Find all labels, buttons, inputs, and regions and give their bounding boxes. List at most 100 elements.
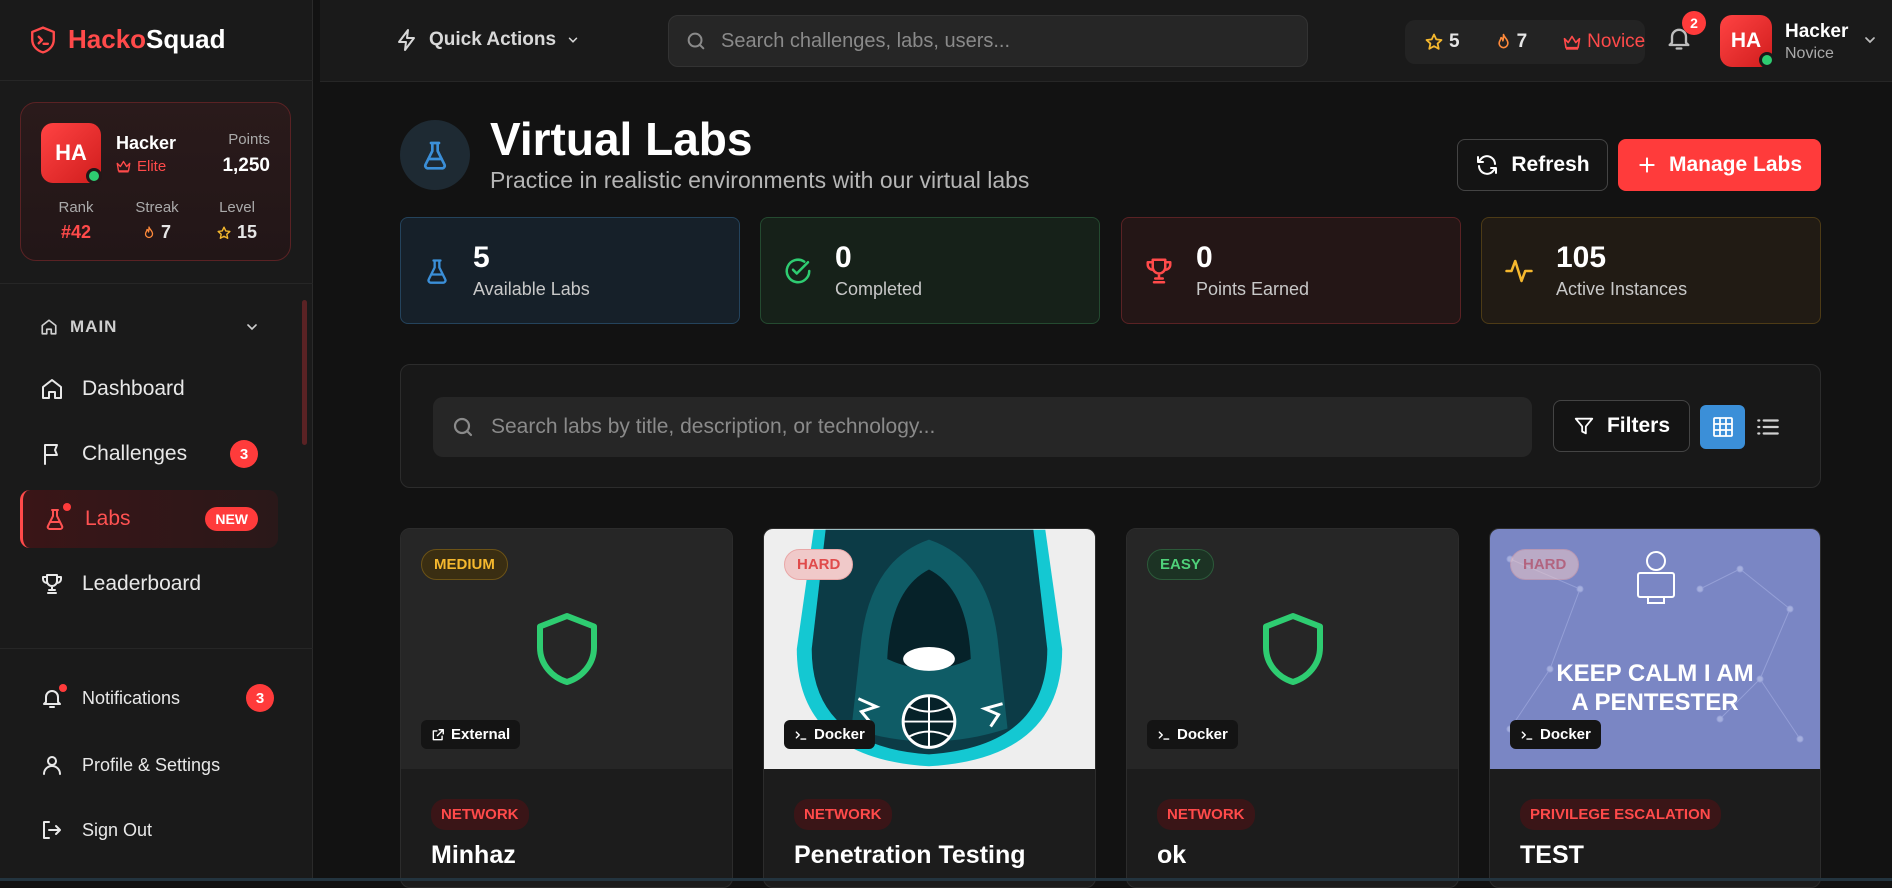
nav-item-notifications[interactable]: Notifications 3 — [20, 673, 290, 723]
nav-item-leaderboard[interactable]: Leaderboard — [20, 555, 278, 613]
bell-icon-wrap — [40, 684, 67, 710]
nav-item-label: Notifications — [82, 687, 181, 708]
user-menu-toggle[interactable] — [1862, 32, 1878, 53]
filters-label: Filters — [1606, 414, 1671, 437]
stat-label: Available Labs — [473, 279, 590, 299]
grid-view-toggle[interactable] — [1700, 405, 1745, 449]
lab-card[interactable]: MEDIUM External NETWORK Minhaz — [400, 528, 733, 888]
points-label: Points — [228, 131, 270, 148]
chevron-down-icon — [1865, 37, 1875, 44]
nav-item-label: Sign Out — [82, 819, 153, 840]
flask-icon-wrap — [43, 503, 71, 531]
stat-value: 7 — [160, 222, 171, 242]
nav-item-label: Profile & Settings — [82, 754, 221, 775]
lab-card[interactable]: KEEP CALM I AM A PENTESTER HARD Docker P… — [1489, 528, 1821, 888]
profile-rank-title: Elite — [116, 158, 166, 175]
nav-item-challenges[interactable]: Challenges 3 — [20, 425, 278, 483]
refresh-icon — [1477, 155, 1498, 175]
page-subtitle: Practice in realistic environments with … — [490, 167, 1030, 193]
stat-value: 5 — [473, 241, 490, 274]
filter-panel: Filters — [400, 364, 1821, 488]
stat-text: 0 Points Earned — [1196, 241, 1309, 300]
lab-title: ok — [1157, 841, 1187, 869]
divider — [0, 80, 313, 81]
lab-search[interactable] — [433, 397, 1532, 457]
lab-type-label: Docker — [1177, 726, 1228, 743]
stat-card-completed: 0 Completed — [760, 217, 1100, 324]
notification-dot — [59, 684, 67, 692]
stars-stat: 5 — [1425, 31, 1460, 53]
terminal-icon — [795, 730, 807, 740]
lab-type-label: External — [451, 726, 511, 743]
lab-card[interactable]: HARD Docker NETWORK Penetration Testing — [763, 528, 1096, 888]
filter-icon — [1574, 417, 1594, 435]
nav-item-labs[interactable]: Labs NEW — [20, 490, 278, 548]
new-indicator-dot — [63, 503, 71, 511]
lab-title: Minhaz — [431, 841, 516, 869]
quick-actions-dropdown[interactable]: Quick Actions — [395, 28, 580, 52]
stat-value: 105 — [1556, 241, 1607, 274]
stat-card-points: 0 Points Earned — [1121, 217, 1461, 324]
refresh-button[interactable]: Refresh — [1457, 139, 1608, 191]
stat-value: #42 — [60, 222, 92, 242]
global-search-input[interactable] — [721, 29, 1281, 53]
stat-value: 15 — [236, 222, 258, 242]
list-view-toggle[interactable] — [1745, 405, 1790, 449]
difficulty-badge: MEDIUM — [421, 549, 508, 580]
profile-card[interactable]: HA Hacker Elite Points 1,250 Rank #42 St… — [20, 102, 291, 261]
stat-label: Active Instances — [1556, 279, 1688, 299]
user-stats-pill: 5 7 Novice — [1405, 20, 1645, 64]
chevron-down-icon — [247, 324, 257, 331]
lightning-icon — [398, 29, 415, 51]
star-icon — [217, 225, 231, 239]
search-icon — [687, 32, 705, 50]
activity-icon — [1505, 259, 1533, 282]
list-icon — [1756, 419, 1779, 435]
streak-count: 7 — [1516, 31, 1528, 52]
lab-type-tag: Docker — [1510, 720, 1601, 749]
flask-icon — [46, 509, 64, 530]
filters-button[interactable]: Filters — [1553, 400, 1690, 452]
grid-icon — [1712, 417, 1733, 437]
user-name[interactable]: Hacker — [1785, 21, 1848, 43]
brand-logo[interactable]: HackoSquad — [30, 24, 226, 55]
user-role: Novice — [1785, 45, 1834, 62]
home-icon — [41, 319, 57, 335]
terminal-icon — [1158, 730, 1170, 740]
lab-type-label: Docker — [1540, 726, 1591, 743]
crown-icon — [116, 160, 131, 173]
stat-label: Completed — [835, 279, 923, 299]
nav-item-sign-out[interactable]: Sign Out — [20, 805, 290, 855]
crown-icon — [1563, 35, 1581, 50]
nav-item-dashboard[interactable]: Dashboard — [20, 360, 278, 418]
sidebar-scrollbar[interactable] — [302, 300, 307, 445]
stars-count: 5 — [1449, 31, 1460, 52]
nav-item-profile-settings[interactable]: Profile & Settings — [20, 740, 290, 790]
stat-label: Points Earned — [1196, 279, 1310, 299]
manage-labs-button[interactable]: Manage Labs — [1618, 139, 1821, 191]
stat-label: Level — [219, 199, 255, 216]
lab-card[interactable]: EASY Docker NETWORK ok — [1126, 528, 1459, 888]
home-icon — [42, 379, 62, 399]
nav-section-label: MAIN — [70, 317, 118, 336]
external-link-icon — [432, 728, 444, 740]
divider — [0, 648, 313, 649]
lab-search-input[interactable] — [491, 415, 1491, 439]
flask-icon — [423, 141, 447, 170]
stat-rank: Rank #42 — [36, 199, 116, 243]
category-tag: PRIVILEGE ESCALATION — [1520, 799, 1721, 830]
online-indicator — [86, 168, 102, 184]
top-bar: Quick Actions 5 7 Novice 2 HA Hacker Nov… — [320, 0, 1892, 82]
challenges-count-badge: 3 — [230, 440, 258, 468]
lab-type-tag: External — [421, 720, 521, 749]
new-badge: NEW — [205, 507, 258, 531]
stat-text: 0 Completed — [835, 241, 922, 300]
profile-name: Hacker — [116, 133, 177, 153]
global-search[interactable] — [668, 15, 1308, 67]
plus-icon — [1639, 157, 1655, 173]
nav-section-main[interactable]: MAIN — [40, 317, 260, 337]
rank-name: Novice — [1587, 31, 1646, 52]
trophy-icon — [42, 574, 62, 594]
rank-title-text: Elite — [137, 158, 167, 175]
nav-item-label: Challenges — [82, 442, 188, 465]
